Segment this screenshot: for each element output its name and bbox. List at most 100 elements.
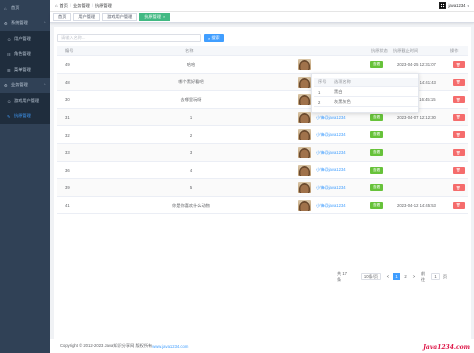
deadline-time: 2023-04-25 12:31:07 [397,62,436,68]
search-input[interactable]: 请输入名称... [57,34,201,42]
sidebar-item-label: 抗原管理 [14,113,31,119]
option-name: 灰黑灰色 [334,99,351,104]
view-button[interactable]: 查看 [370,201,384,209]
user-icon: ☺ [7,36,12,42]
tab-item[interactable]: 首页 [53,13,72,21]
view-button[interactable]: 查看 [370,61,384,68]
sidebar-item-label: 角色管理 [14,51,31,57]
user-menu[interactable]: java1234 ▾ [439,2,469,9]
delete-button[interactable]: 🗑 [453,201,465,209]
option-index: 1 [318,89,321,95]
goto-page-input[interactable]: 1 [431,273,440,280]
footer-link[interactable]: www.java1234.com [152,344,188,349]
sidebar: ⌂ 首页 ⚙ 系统管理 ⌃ ☺ 用户管理 ☷ 角色管理 ☰ 菜单管理 ⚙ 业务管理 ⌃ ☺ 游戏用户管理 ✎ 抗原… [0,0,50,353]
row-name: 哪个黑好看吧 [178,79,204,85]
view-button[interactable]: 查看 [370,131,384,139]
trash-icon: 🗑 [456,115,461,120]
row-id: 48 [65,79,70,85]
row-name: 3 [189,150,193,156]
popover-column: 序号 [318,79,327,84]
uploader-link[interactable]: 小锋@java1234 [316,144,346,162]
column-header: 抗原状态 [371,48,388,53]
tab-label: 首页 [58,14,67,19]
tab-label: 游戏用户管理 [107,14,133,19]
row-name: 1 [189,115,193,121]
breadcrumb-item[interactable]: 首页 [60,3,68,9]
view-button[interactable]: 查看 [370,113,384,121]
row-id: 30 [65,97,70,103]
sidebar-item[interactable]: ☰ 菜单管理 [0,62,50,78]
popover-row: 1 黑白 [314,88,418,97]
tab-label: 抗原管理 [144,14,162,19]
table-row: 32 2 小锋@java1234 查看 🗑 [57,126,468,144]
row-name: 去哪里玩呀 [180,96,202,102]
antigen-icon: ✎ [7,114,11,120]
row-name: 4 [189,167,193,173]
uploader-link[interactable]: 小锋@java1234 [316,126,346,144]
table-row: 33 3 小锋@java1234 查看 🗑 [57,144,468,162]
trash-icon: 🗑 [456,150,461,155]
sidebar-item[interactable]: ⚙ 业务管理 ⌃ [0,78,50,94]
delete-button[interactable]: 🗑 [453,61,465,68]
table-row: 41 你是你喜欢什么动物 小锋@java1234 查看 2023-04-12 14:45… [57,197,468,215]
delete-button[interactable]: 🗑 [453,78,465,86]
column-header: 编号 [65,48,74,53]
search-button-label: 搜索 [211,35,220,40]
sidebar-item[interactable]: ☺ 游戏用户管理 [0,93,50,109]
row-id: 32 [65,132,70,138]
sidebar-item[interactable]: ✎ 抗原管理 [0,108,50,124]
thumbnail-image [298,94,311,106]
uploader-link[interactable]: 小锋@java1234 [316,197,346,215]
total-count: 共 17 条 [337,270,348,282]
page-number[interactable]: 2 [402,273,409,280]
view-button[interactable]: 查看 [370,166,384,174]
popover-column: 选项名称 [334,79,351,84]
trash-icon: 🗑 [456,185,461,190]
thumbnail-image [298,111,311,123]
thumbnail-image [298,76,311,88]
search-button[interactable]: ⌕ 搜索 [204,34,224,42]
next-page-button[interactable]: > [411,273,417,280]
thumbnail-image [298,147,311,158]
sidebar-item[interactable]: ☺ 用户管理 [0,31,50,47]
chevron-up-icon: ⌃ [43,83,46,88]
breadcrumb-separator: / [69,2,72,8]
thumbnail-image [298,199,311,211]
page-number[interactable]: 1 [393,273,400,280]
tab-item[interactable]: 用户管理 [73,13,101,21]
trash-icon: 🗑 [456,203,461,208]
delete-button[interactable]: 🗑 [453,131,465,139]
tab-item[interactable]: 抗原管理 × [139,13,171,21]
uploader-link[interactable]: 小锋@java1234 [316,179,346,197]
view-button[interactable]: 查看 [370,184,384,192]
delete-button[interactable]: 🗑 [453,113,465,121]
delete-button[interactable]: 🗑 [453,149,465,156]
page-size-select[interactable]: 10条/页 [361,273,381,280]
deadline-time: 2023-04-12 14:45:53 [397,203,436,209]
delete-button[interactable]: 🗑 [453,166,465,174]
table-row: 49 哈哈 查看 2023-04-25 12:31:07 🗑 [57,56,468,74]
options-popover: 序号 选项名称 1 黑白 2 灰黑灰色 [311,73,419,113]
column-header: 抗原截止时间 [393,48,419,53]
view-button[interactable]: 查看 [370,149,384,156]
row-id: 49 [65,62,70,68]
prev-page-button[interactable]: < [385,273,391,280]
sidebar-item-label: 系统管理 [11,20,28,26]
uploader-link[interactable]: 小锋@java1234 [316,162,346,180]
sidebar-item[interactable]: ⚙ 系统管理 ⌃ [0,16,50,32]
trash-icon: 🗑 [456,62,461,67]
row-name: 2 [189,132,193,138]
sidebar-item[interactable]: ☷ 角色管理 [0,46,50,62]
delete-button[interactable]: 🗑 [453,96,465,104]
breadcrumb-item[interactable]: 业务管理 [73,3,90,9]
sidebar-item-label: 菜单管理 [14,66,31,72]
delete-button[interactable]: 🗑 [453,184,465,192]
tab-item[interactable]: 游戏用户管理 [102,13,138,21]
trash-icon: 🗑 [456,97,461,102]
column-header: 名称 [185,48,194,53]
username[interactable]: java1234 [448,3,465,8]
sidebar-item[interactable]: ⌂ 首页 [0,0,50,16]
close-icon[interactable]: × [163,15,165,19]
pagination: 共 17 条 10条/页 <1 2 > 前往 1 页 [54,270,471,283]
option-name: 黑白 [334,89,343,94]
